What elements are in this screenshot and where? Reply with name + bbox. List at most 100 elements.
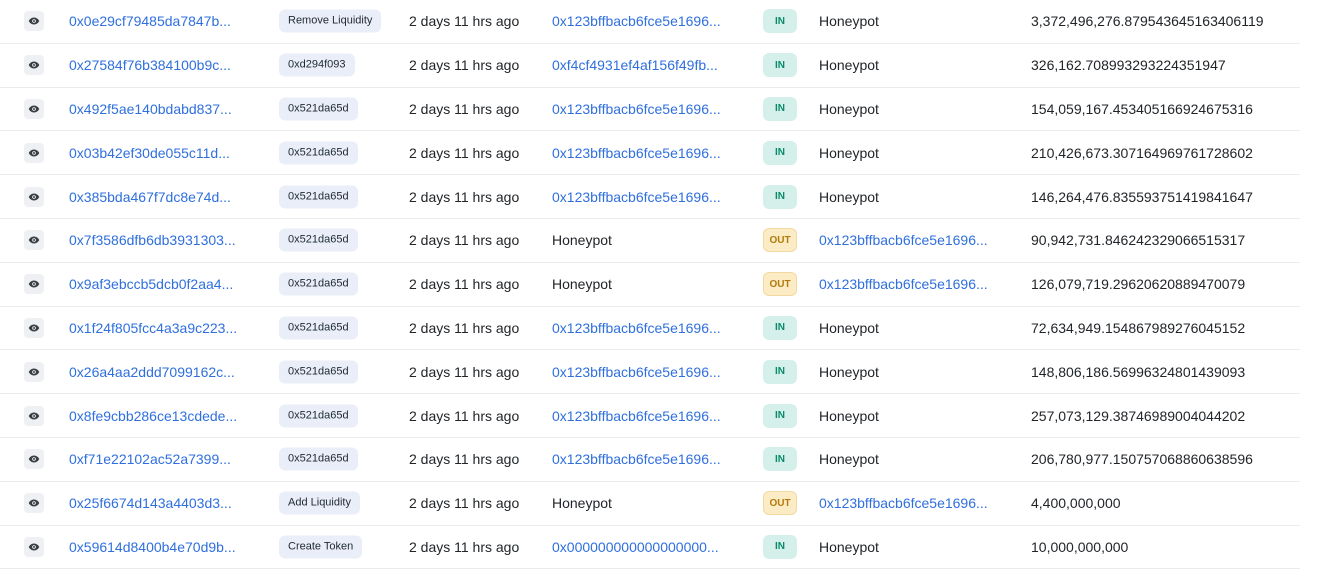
view-details-button[interactable]	[24, 405, 44, 426]
direction-badge: IN	[763, 315, 797, 340]
tx-hash-link[interactable]: 0x27584f76b384100b9c...	[69, 57, 231, 73]
tx-hash-link[interactable]: 0x0e29cf79485da7847b...	[69, 13, 231, 29]
eye-icon	[28, 193, 40, 201]
table-row: 0x492f5ae140bdabd837... 0x521da65d 2 days …	[0, 88, 1300, 132]
tx-hash-link[interactable]: 0x8fe9cbb286ce13cdede...	[69, 408, 237, 424]
method-badge: Create Token	[279, 535, 363, 559]
from-address[interactable]: 0x123bffbacb6fce5e1696...	[552, 145, 721, 161]
to-address: Honeypot	[819, 407, 879, 424]
tx-hash-link[interactable]: 0x03b42ef30de055c11d...	[69, 145, 230, 161]
view-details-button[interactable]	[24, 449, 44, 470]
view-details-button[interactable]	[24, 317, 44, 338]
view-details-button[interactable]	[24, 493, 44, 514]
age-text: 2 days 11 hrs ago	[409, 144, 520, 161]
tx-hash-link[interactable]: 0x26a4aa2ddd7099162c...	[69, 364, 235, 380]
to-address: Honeypot	[819, 319, 879, 336]
to-address[interactable]: 0x123bffbacb6fce5e1696...	[819, 276, 988, 292]
view-details-button[interactable]	[24, 98, 44, 119]
table-row: 0x8fe9cbb286ce13cdede... 0x521da65d 2 days…	[0, 394, 1300, 438]
view-details-button[interactable]	[24, 142, 44, 163]
eye-icon	[28, 236, 40, 244]
method-badge: Remove Liquidity	[279, 9, 382, 33]
age-text: 2 days 11 hrs ago	[409, 495, 520, 512]
quantity-value: 126,079,719.29620620889470079	[1031, 276, 1246, 293]
age-text: 2 days 11 hrs ago	[409, 319, 520, 336]
view-details-button[interactable]	[24, 274, 44, 295]
view-details-button[interactable]	[24, 55, 44, 76]
tx-hash-link[interactable]: 0x25f6674d143a4403d3...	[69, 495, 232, 511]
method-badge: 0x521da65d	[279, 141, 358, 165]
to-address: Honeypot	[819, 451, 879, 468]
table-row: 0x03b42ef30de055c11d... 0x521da65d 2 days …	[0, 131, 1300, 176]
table-row: 0x27584f76b384100b9c... 0xd294f093 2 days …	[0, 44, 1300, 88]
tx-hash-link[interactable]: 0xf71e22102ac52a7399...	[69, 451, 231, 467]
direction-badge: IN	[763, 140, 797, 165]
quantity-value: 4,400,000,000	[1031, 495, 1121, 512]
quantity-value: 148,806,186.56996324801439093	[1031, 363, 1246, 380]
table-row: 0x7f3586dfb6db3931303... 0x521da65d 2 days…	[0, 219, 1300, 263]
to-address: Honeypot	[819, 538, 879, 555]
from-address[interactable]: 0x000000000000000000...	[552, 539, 719, 555]
to-address: Honeypot	[819, 13, 879, 30]
eye-icon	[28, 368, 40, 376]
from-address[interactable]: 0x123bffbacb6fce5e1696...	[552, 320, 721, 336]
from-address[interactable]: 0x123bffbacb6fce5e1696...	[552, 13, 721, 29]
from-address[interactable]: 0x123bffbacb6fce5e1696...	[552, 189, 721, 205]
table-row: 0x1f24f805fcc4a3a9c223... 0x521da65d 2 day…	[0, 307, 1300, 351]
age-text: 2 days 11 hrs ago	[409, 188, 520, 205]
quantity-value: 90,942,731.846242329066515317	[1031, 232, 1246, 249]
eye-icon	[28, 455, 40, 463]
age-text: 2 days 11 hrs ago	[409, 407, 520, 424]
method-badge: 0x521da65d	[279, 404, 358, 428]
quantity-value: 257,073,129.38746989004044202	[1031, 407, 1246, 424]
table-row: 0x59614d8400b4e70d9b... Create Token 2 day…	[0, 526, 1300, 570]
from-address[interactable]: 0xf4cf4931ef4af156f49fb...	[552, 57, 718, 73]
method-badge: 0x521da65d	[279, 316, 358, 340]
method-badge: 0xd294f093	[279, 53, 355, 77]
transactions-table: 0x0e29cf79485da7847b... Remove Liquidity 2…	[0, 0, 1300, 570]
age-text: 2 days 11 hrs ago	[409, 232, 520, 249]
tx-hash-link[interactable]: 0x7f3586dfb6db3931303...	[69, 232, 236, 248]
from-address[interactable]: 0x123bffbacb6fce5e1696...	[552, 101, 721, 117]
to-address[interactable]: 0x123bffbacb6fce5e1696...	[819, 232, 988, 248]
age-text: 2 days 11 hrs ago	[409, 100, 520, 117]
view-details-button[interactable]	[24, 361, 44, 382]
to-address: Honeypot	[819, 144, 879, 161]
tx-hash-link[interactable]: 0x385bda467f7dc8e74d...	[69, 189, 231, 205]
from-address[interactable]: 0x123bffbacb6fce5e1696...	[552, 408, 721, 424]
quantity-value: 146,264,476.835593751419841647	[1031, 188, 1253, 205]
method-badge: Add Liquidity	[279, 491, 360, 515]
age-text: 2 days 11 hrs ago	[409, 451, 520, 468]
eye-icon	[28, 543, 40, 551]
from-address[interactable]: 0x123bffbacb6fce5e1696...	[552, 364, 721, 380]
tx-hash-link[interactable]: 0x492f5ae140bdabd837...	[69, 101, 232, 117]
to-address: Honeypot	[819, 363, 879, 380]
eye-icon	[28, 412, 40, 420]
view-details-button[interactable]	[24, 186, 44, 207]
eye-icon	[28, 499, 40, 507]
from-address[interactable]: 0x123bffbacb6fce5e1696...	[552, 451, 721, 467]
table-row: 0x385bda467f7dc8e74d... 0x521da65d 2 days …	[0, 175, 1300, 219]
eye-icon	[28, 149, 40, 157]
method-badge: 0x521da65d	[279, 228, 358, 252]
tx-hash-link[interactable]: 0x59614d8400b4e70d9b...	[69, 539, 236, 555]
method-badge: 0x521da65d	[279, 185, 358, 209]
to-address: Honeypot	[819, 100, 879, 117]
table-row: 0x9af3ebccb5dcb0f2aa4... 0x521da65d 2 days…	[0, 263, 1300, 307]
tx-hash-link[interactable]: 0x1f24f805fcc4a3a9c223...	[69, 320, 237, 336]
view-details-button[interactable]	[24, 11, 44, 32]
direction-badge: IN	[763, 96, 797, 121]
tx-hash-link[interactable]: 0x9af3ebccb5dcb0f2aa4...	[69, 276, 233, 292]
to-address[interactable]: 0x123bffbacb6fce5e1696...	[819, 495, 988, 511]
method-badge: 0x521da65d	[279, 447, 358, 471]
method-badge: 0x521da65d	[279, 272, 358, 296]
view-details-button[interactable]	[24, 536, 44, 557]
direction-badge: IN	[763, 403, 797, 428]
table-row: 0xf71e22102ac52a7399... 0x521da65d 2 days …	[0, 438, 1300, 482]
table-row: 0x0e29cf79485da7847b... Remove Liquidity 2…	[0, 0, 1300, 44]
eye-icon	[28, 105, 40, 113]
direction-badge: OUT	[763, 491, 797, 516]
quantity-value: 154,059,167.453405166924675316	[1031, 100, 1253, 117]
quantity-value: 326,162.708993293224351947	[1031, 57, 1226, 74]
view-details-button[interactable]	[24, 230, 44, 251]
